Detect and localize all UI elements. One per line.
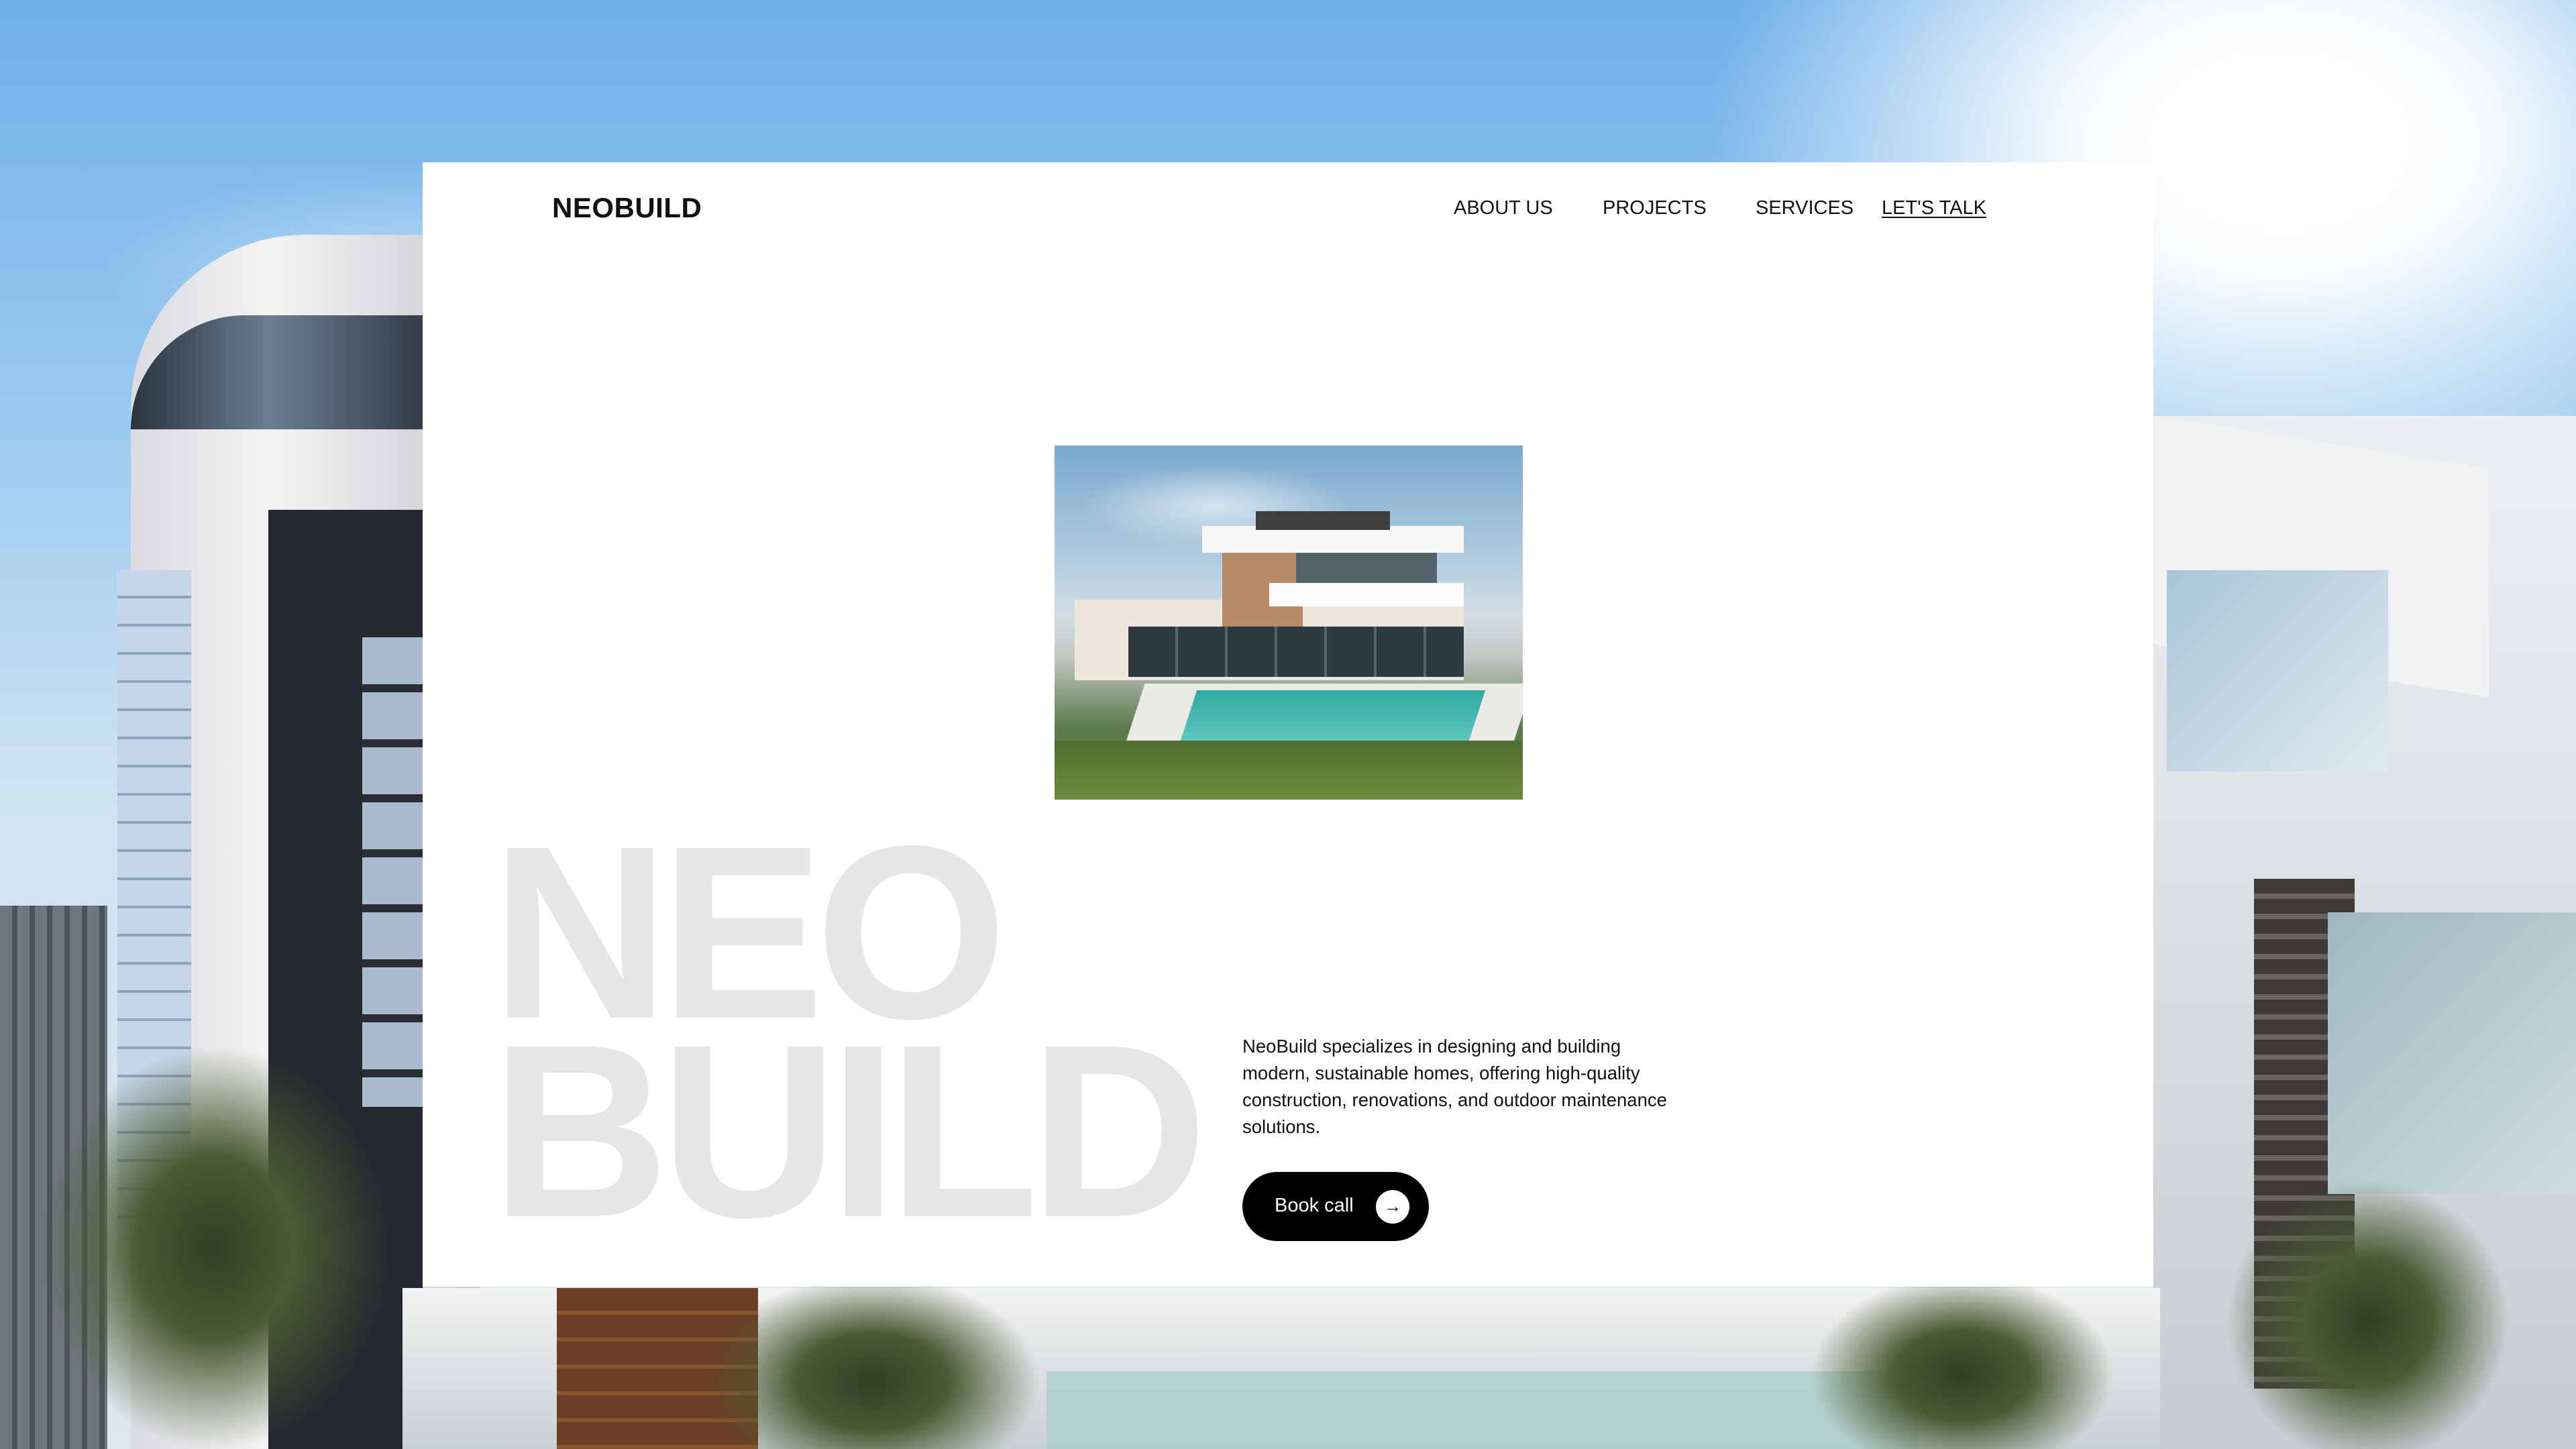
lawn — [1055, 741, 1523, 800]
main-nav: ABOUT US PROJECTS SERVICES LET'S TALK — [423, 197, 2153, 224]
brand-watermark: NEO BUILD — [491, 809, 1208, 1269]
palm-tree — [40, 1046, 389, 1449]
hero-card: NEOBUILD ABOUT US PROJECTS SERVICES LET'… — [423, 162, 2153, 1287]
nav-link-projects[interactable]: PROJECTS — [1603, 197, 1707, 219]
olive-tree — [2227, 1181, 2509, 1449]
nav-link-services[interactable]: SERVICES — [1756, 197, 1854, 219]
hero-description: NeoBuild specializes in designing and bu… — [1242, 1036, 1667, 1137]
book-call-button[interactable]: Book call → — [1242, 1172, 1429, 1241]
nav-link-about-us[interactable]: ABOUT US — [1454, 197, 1553, 219]
pool — [1180, 690, 1486, 741]
right-house-glass-balcony — [2328, 912, 2576, 1194]
arrow-right-icon: → — [1376, 1190, 1409, 1224]
watermark-line-2: BUILD — [491, 993, 1208, 1269]
dark-facade-windows — [362, 637, 423, 1107]
book-call-label: Book call — [1275, 1195, 1354, 1216]
hero-house-photo — [1055, 445, 1523, 800]
nav-link-lets-talk[interactable]: LET'S TALK — [1882, 197, 1986, 219]
glass-railing — [1046, 1368, 1919, 1449]
right-house-window — [2167, 570, 2388, 771]
